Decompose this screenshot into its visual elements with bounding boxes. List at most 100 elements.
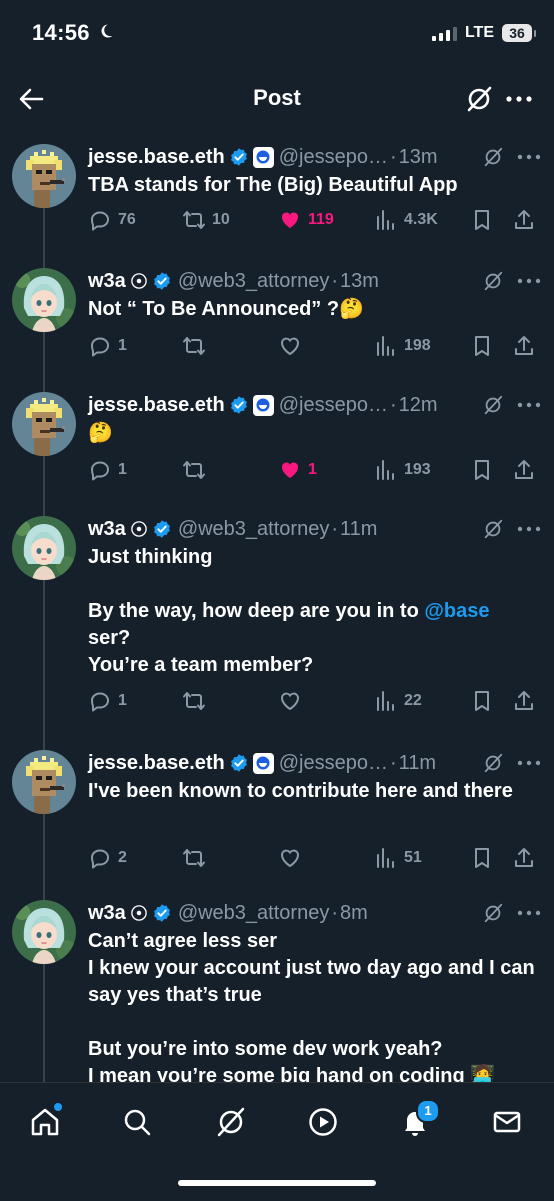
share-icon[interactable]	[512, 208, 536, 232]
repost-button[interactable]	[182, 846, 206, 870]
repost-button[interactable]	[182, 334, 206, 358]
affiliate-badge-icon	[130, 904, 148, 922]
home-indicator[interactable]	[178, 1180, 376, 1186]
play-icon	[309, 1108, 337, 1136]
views-button[interactable]: 193	[374, 458, 431, 482]
like-button[interactable]	[278, 334, 302, 358]
thread: jesse.base.eth @jessepo… · 13m TBA stand…	[0, 136, 554, 1082]
tab-home[interactable]	[22, 1099, 68, 1145]
tweet[interactable]: w3a @web3_attorney · 8m Can’t agree less…	[0, 892, 554, 1082]
reply-count: 1	[118, 461, 127, 478]
bookmark-icon[interactable]	[470, 458, 494, 482]
grok-icon[interactable]	[482, 146, 504, 168]
repost-button[interactable]	[182, 689, 206, 713]
author-name[interactable]: jesse.base.eth	[88, 752, 225, 775]
avatar[interactable]	[12, 268, 76, 332]
views-button[interactable]: 51	[374, 846, 422, 870]
mention-link[interactable]: @base	[424, 600, 489, 622]
share-icon[interactable]	[512, 689, 536, 713]
tweet[interactable]: jesse.base.eth @jessepo… · 11m I've been…	[0, 742, 554, 892]
bookmark-icon[interactable]	[470, 334, 494, 358]
author-handle[interactable]: @jessepo…	[279, 394, 388, 417]
bookmark-icon[interactable]	[470, 208, 494, 232]
share-icon[interactable]	[512, 334, 536, 358]
more-icon[interactable]	[516, 394, 542, 416]
reply-count: 1	[118, 337, 127, 354]
reply-button[interactable]: 1	[88, 334, 127, 358]
grok-icon	[217, 1107, 245, 1137]
tab-grok[interactable]	[208, 1099, 254, 1145]
author-name[interactable]: jesse.base.eth	[88, 394, 225, 417]
more-options-button[interactable]	[504, 84, 534, 114]
reply-button[interactable]: 1	[88, 458, 127, 482]
repost-icon	[182, 846, 206, 870]
author-name[interactable]: w3a	[88, 270, 126, 293]
author-name[interactable]: w3a	[88, 902, 126, 925]
like-button[interactable]	[278, 689, 302, 713]
grok-icon[interactable]	[482, 270, 504, 292]
views-button[interactable]: 22	[374, 689, 422, 713]
network-label: LTE	[464, 24, 494, 41]
grok-icon[interactable]	[482, 518, 504, 540]
author-handle[interactable]: @web3_attorney	[178, 518, 330, 541]
views-icon	[374, 458, 398, 482]
bookmark-icon[interactable]	[470, 846, 494, 870]
tweet-time[interactable]: 13m	[399, 146, 438, 169]
reply-button[interactable]: 1	[88, 689, 127, 713]
avatar[interactable]	[12, 900, 76, 964]
grok-icon[interactable]	[482, 902, 504, 924]
grok-icon[interactable]	[482, 394, 504, 416]
tweet-time[interactable]: 11m	[399, 752, 436, 775]
author-handle[interactable]: @web3_attorney	[178, 270, 330, 293]
like-button[interactable]: 119	[278, 208, 334, 232]
views-button[interactable]: 4.3K	[374, 208, 438, 232]
bookmark-icon[interactable]	[470, 689, 494, 713]
tab-search[interactable]	[114, 1099, 160, 1145]
tweet[interactable]: jesse.base.eth @jessepo… · 12m 🤔 1 1 193	[0, 384, 554, 504]
tweet-header: w3a @web3_attorney · 13m	[88, 266, 482, 296]
tweet-time[interactable]: 8m	[340, 902, 368, 925]
reply-button[interactable]: 2	[88, 846, 127, 870]
grok-icon	[467, 86, 492, 112]
tweet-header: w3a @web3_attorney · 11m	[88, 514, 482, 544]
home-new-indicator	[54, 1103, 62, 1111]
grok-button[interactable]	[464, 84, 494, 114]
tweet-time[interactable]: 12m	[399, 394, 438, 417]
tweet-time[interactable]: 13m	[340, 270, 379, 293]
author-name[interactable]: jesse.base.eth	[88, 146, 225, 169]
tab-messages[interactable]	[484, 1099, 530, 1145]
like-button[interactable]: 1	[278, 458, 317, 482]
author-name[interactable]: w3a	[88, 518, 126, 541]
author-handle[interactable]: @jessepo…	[279, 146, 388, 169]
avatar[interactable]	[12, 392, 76, 456]
verified-icon	[152, 519, 172, 539]
tweet-text: TBA stands for The (Big) Beautiful App	[88, 174, 458, 196]
more-icon[interactable]	[516, 902, 542, 924]
repost-button[interactable]: 10	[182, 208, 230, 232]
share-icon[interactable]	[512, 458, 536, 482]
repost-button[interactable]	[182, 458, 206, 482]
avatar[interactable]	[12, 750, 76, 814]
tweet-time[interactable]: 11m	[340, 518, 377, 541]
more-icon[interactable]	[516, 146, 542, 168]
views-button[interactable]: 198	[374, 334, 431, 358]
like-button[interactable]	[278, 846, 302, 870]
avatar[interactable]	[12, 144, 76, 208]
tweet[interactable]: w3a @web3_attorney · 13m Not “ To Be Ann…	[0, 260, 554, 380]
avatar[interactable]	[12, 516, 76, 580]
more-icon[interactable]	[516, 518, 542, 540]
more-icon[interactable]	[516, 270, 542, 292]
reply-button[interactable]: 76	[88, 208, 136, 232]
tweet[interactable]: jesse.base.eth @jessepo… · 13m TBA stand…	[0, 136, 554, 256]
tab-notifications[interactable]: 1	[392, 1099, 440, 1145]
share-icon[interactable]	[512, 846, 536, 870]
tweet[interactable]: w3a @web3_attorney · 11m Just thinking B…	[0, 508, 554, 738]
grok-icon[interactable]	[482, 752, 504, 774]
views-icon	[374, 689, 398, 713]
separator-dot: ·	[390, 393, 397, 416]
author-handle[interactable]: @web3_attorney	[178, 902, 330, 925]
author-handle[interactable]: @jessepo…	[279, 752, 388, 775]
more-icon[interactable]	[516, 752, 542, 774]
tab-video[interactable]	[300, 1099, 346, 1145]
separator-dot: ·	[390, 145, 397, 168]
